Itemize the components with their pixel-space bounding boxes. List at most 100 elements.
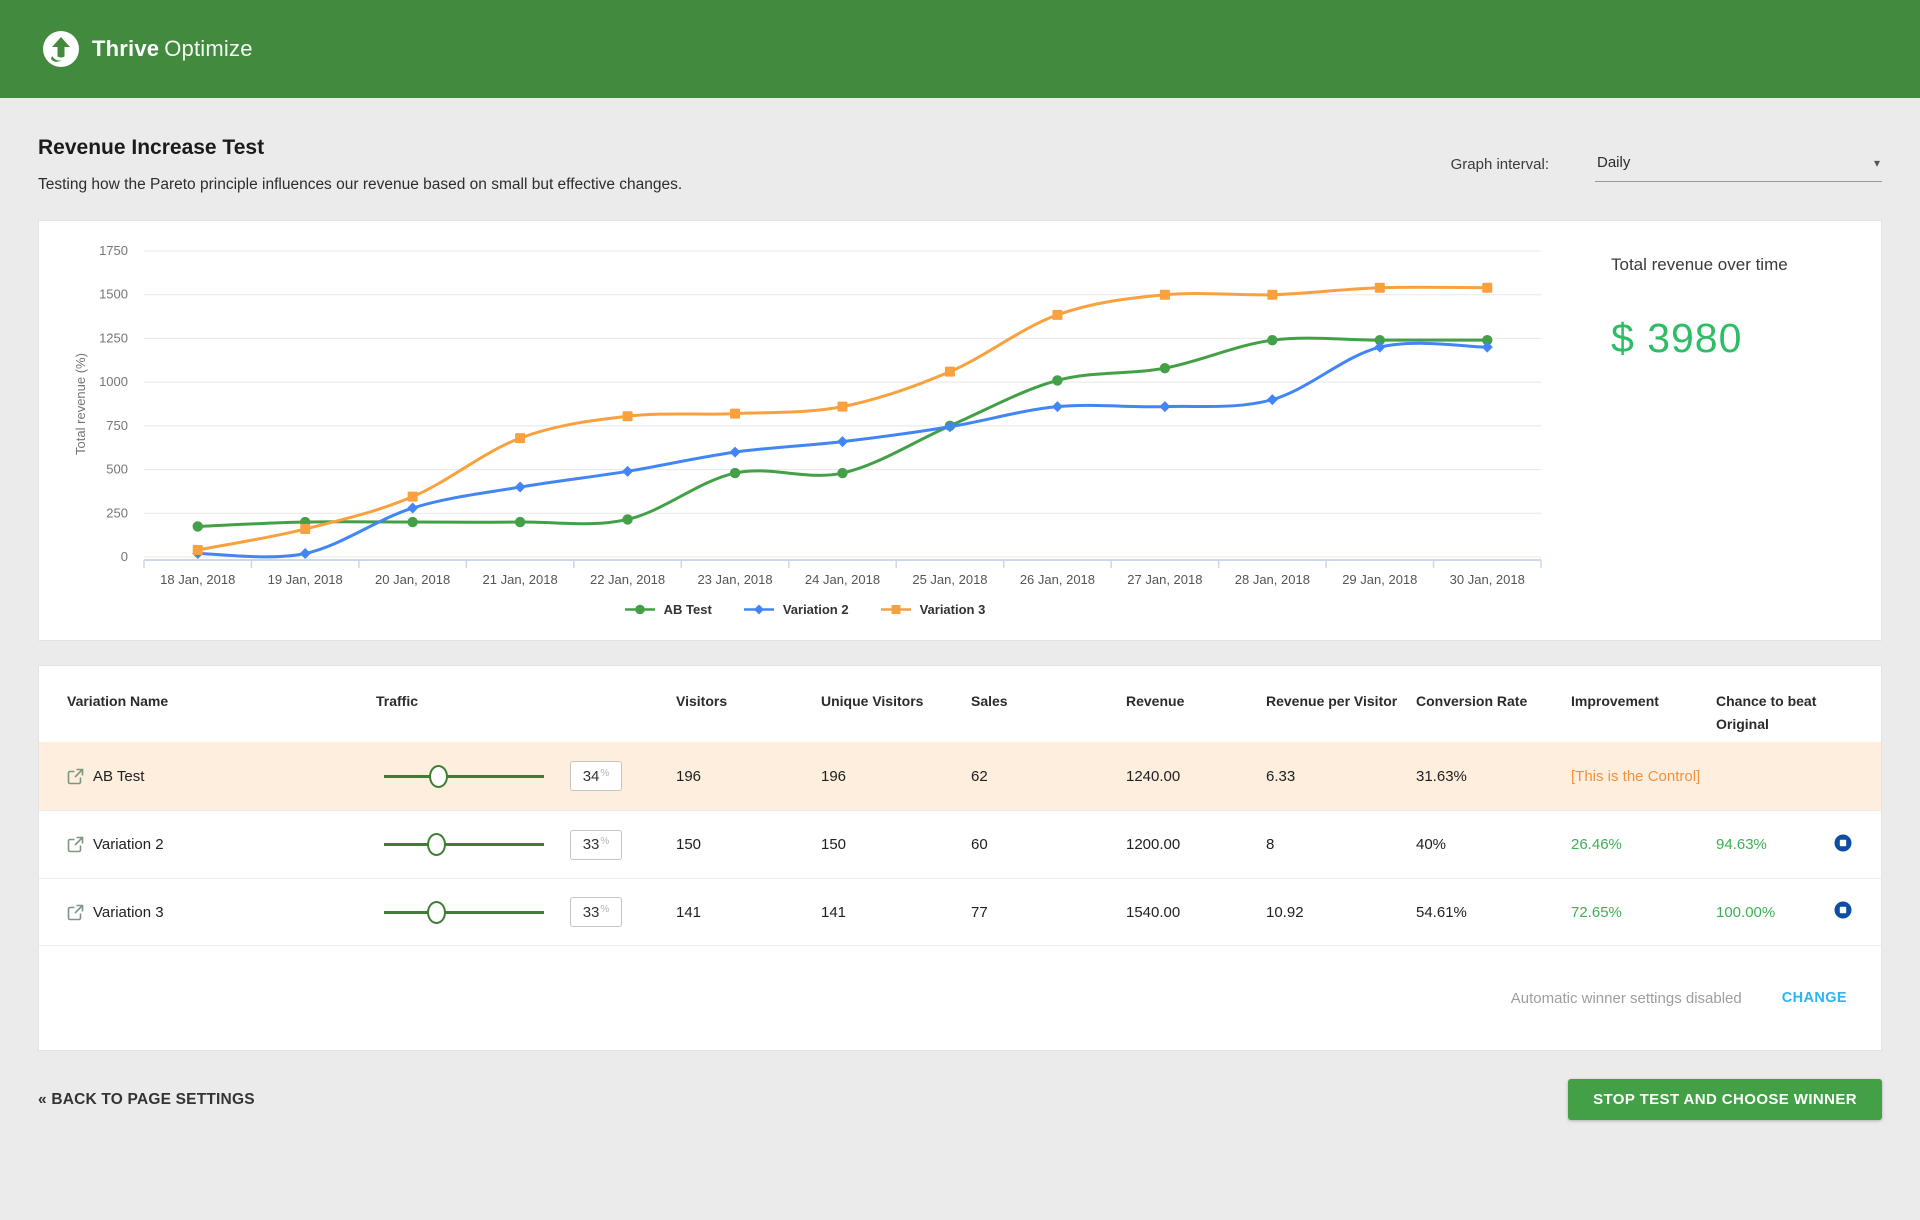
visitors-cell: 141 <box>676 903 702 921</box>
change-link[interactable]: CHANGE <box>1782 990 1847 1006</box>
column-header-variation-name: Variation Name <box>67 693 169 709</box>
legend-marker-icon <box>624 604 655 615</box>
traffic-percent-input[interactable]: 33% <box>570 829 622 860</box>
svg-text:22 Jan, 2018: 22 Jan, 2018 <box>590 572 665 587</box>
graph-interval-select[interactable]: Daily ▾ <box>1595 154 1882 182</box>
revenue-per-visitor-cell: 10.92 <box>1266 903 1304 921</box>
chevron-down-icon: ▾ <box>1873 155 1880 170</box>
sales-cell: 60 <box>971 836 988 853</box>
back-to-page-settings-link[interactable]: « BACK TO PAGE SETTINGS <box>38 1091 255 1109</box>
series-variation-3 <box>192 282 1493 556</box>
revenue-chart: 0 250 500 750 1000 1250 1500 1750 Total revenue … <box>73 243 1542 587</box>
traffic-cell: 33% <box>344 897 644 927</box>
traffic-unit: % <box>600 836 610 847</box>
traffic-slider-thumb[interactable] <box>428 764 448 788</box>
revenue-per-visitor-cell: 8 <box>1266 836 1275 853</box>
visitors-cell: 150 <box>676 836 702 853</box>
graph-interval: Graph interval: Daily ▾ <box>1451 154 1882 182</box>
legend-label: Variation 3 <box>919 602 986 617</box>
brand-bold: Thrive <box>92 36 160 61</box>
graph-interval-value: Daily <box>1597 154 1631 171</box>
traffic-slider-track <box>384 774 544 778</box>
traffic-value: 33 <box>582 836 600 853</box>
traffic-percent-input[interactable]: 34% <box>570 761 622 791</box>
column-header-conversion-rate: Conversion Rate <box>1416 693 1528 709</box>
external-link-icon[interactable] <box>67 768 84 785</box>
svg-text:26 Jan, 2018: 26 Jan, 2018 <box>1020 572 1095 587</box>
variation-name: AB Test <box>93 767 145 785</box>
table-footer: Automatic winner settings disabled CHANG… <box>39 946 1881 1050</box>
column-header-chance-to-beat-original: Chance to beat Original <box>1716 693 1817 732</box>
variation-name-cell: AB Test <box>39 768 344 785</box>
graph-interval-label: Graph interval: <box>1450 156 1549 173</box>
stop-variation-icon[interactable] <box>1833 900 1853 920</box>
traffic-cell: 34% <box>344 761 644 791</box>
unique-visitors-cell: 150 <box>821 836 847 853</box>
conversion-rate-cell: 40% <box>1416 836 1447 853</box>
improvement-cell: 26.46% <box>1571 836 1622 853</box>
stop-variation-icon[interactable] <box>1833 833 1853 853</box>
chart-legend: AB Test Variation 2 Variation 3 <box>39 602 1569 617</box>
x-axis: 18 Jan, 2018 19 Jan, 2018 20 Jan, 2018 21 J… <box>143 559 1542 587</box>
series-variation-2 <box>192 341 1493 560</box>
traffic-slider-track <box>384 910 544 914</box>
variations-table: Variation Name Traffic Visitors Unique Visi… <box>38 665 1882 1051</box>
svg-text:18 Jan, 2018: 18 Jan, 2018 <box>160 572 235 587</box>
top-bar: Thrive Optimize <box>0 0 1920 98</box>
brand-text: Thrive Optimize <box>92 36 253 62</box>
external-link-icon[interactable] <box>67 904 84 921</box>
svg-text:1500: 1500 <box>99 287 128 302</box>
table-body: AB Test 34% 196 196 62 1240.00 6.33 31.6… <box>39 742 1881 946</box>
column-header-visitors: Visitors <box>676 693 728 709</box>
svg-text:27 Jan, 2018: 27 Jan, 2018 <box>1127 572 1202 587</box>
table-row: Variation 3 33% 141 141 77 1540.00 10.92… <box>39 878 1881 946</box>
external-link-icon[interactable] <box>67 836 84 853</box>
svg-text:500: 500 <box>106 462 128 477</box>
svg-text:1000: 1000 <box>99 374 128 389</box>
sales-cell: 77 <box>971 903 988 921</box>
conversion-rate-cell: 54.61% <box>1416 903 1467 921</box>
variation-name: Variation 3 <box>93 903 164 921</box>
traffic-slider[interactable] <box>384 900 544 924</box>
traffic-unit: % <box>600 903 610 915</box>
traffic-slider[interactable] <box>384 833 544 857</box>
unique-visitors-cell: 196 <box>821 767 847 785</box>
brand-logo[interactable]: Thrive Optimize <box>42 30 253 68</box>
legend-variation-2[interactable]: Variation 2 <box>742 602 849 617</box>
svg-text:20 Jan, 2018: 20 Jan, 2018 <box>375 572 450 587</box>
page-head: Revenue Increase Test Testing how the Pa… <box>38 98 1882 194</box>
column-header-revenue: Revenue <box>1126 693 1185 709</box>
traffic-value: 34 <box>582 767 600 785</box>
stop-icon-cell <box>1819 900 1881 924</box>
svg-text:1250: 1250 <box>99 330 128 345</box>
revenue-cell: 1200.00 <box>1126 836 1181 853</box>
legend-marker-icon <box>743 604 774 615</box>
brand-light: Optimize <box>164 36 253 61</box>
legend-variation-3[interactable]: Variation 3 <box>879 602 986 617</box>
svg-text:250: 250 <box>106 505 128 520</box>
traffic-cell: 33% <box>344 829 644 860</box>
traffic-slider-thumb[interactable] <box>427 900 447 924</box>
total-revenue-label: Total revenue over time <box>1611 255 1788 274</box>
revenue-cell: 1540.00 <box>1126 903 1181 921</box>
column-header-traffic: Traffic <box>376 693 419 709</box>
traffic-percent-input[interactable]: 33% <box>570 897 622 927</box>
traffic-slider[interactable] <box>384 764 544 788</box>
svg-text:0: 0 <box>121 549 128 564</box>
svg-text:24 Jan, 2018: 24 Jan, 2018 <box>805 572 880 587</box>
auto-winner-status: Automatic winner settings disabled <box>1510 989 1742 1007</box>
conversion-rate-cell: 31.63% <box>1416 767 1467 785</box>
legend-label: AB Test <box>663 602 712 617</box>
revenue-cell: 1240.00 <box>1126 767 1181 785</box>
legend-ab-test[interactable]: AB Test <box>623 602 712 617</box>
column-header-revenue-per-visitor: Revenue per Visitor <box>1266 693 1398 709</box>
total-revenue-panel: Total revenue over time $ 3980 <box>1569 231 1788 640</box>
svg-text:29 Jan, 2018: 29 Jan, 2018 <box>1342 572 1417 587</box>
traffic-slider-thumb[interactable] <box>427 833 447 856</box>
stop-test-button[interactable]: STOP TEST AND CHOOSE WINNER <box>1568 1079 1882 1120</box>
table-row: AB Test 34% 196 196 62 1240.00 6.33 31.6… <box>39 742 1881 810</box>
svg-text:21 Jan, 2018: 21 Jan, 2018 <box>483 572 558 587</box>
chance-to-beat-cell: 94.63% <box>1716 836 1767 853</box>
table-row: Variation 2 33% 150 150 60 1200.00 8 40%… <box>39 810 1881 878</box>
improvement-cell: [This is the Control] <box>1571 767 1701 785</box>
